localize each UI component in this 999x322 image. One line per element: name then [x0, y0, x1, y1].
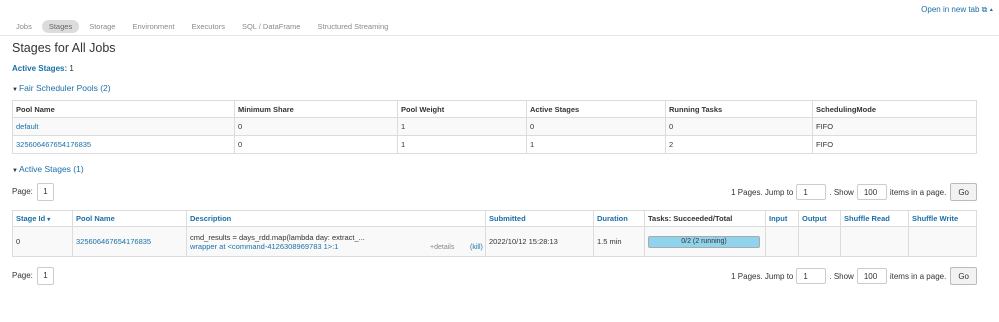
tasks-progress-text: 0/2 (2 running) — [681, 237, 727, 245]
tab-jobs[interactable]: Jobs — [9, 20, 39, 33]
col-tasks: Tasks: Succeeded/Total — [644, 210, 766, 227]
pool-link[interactable]: 325606467654176835 — [76, 237, 151, 246]
active-stages-link[interactable]: Active Stages: — [12, 64, 67, 73]
col-shuffle-write[interactable]: Shuffle Write — [908, 210, 977, 227]
table-cell: 0 — [234, 135, 398, 154]
pool-link[interactable]: 325606467654176835 — [16, 140, 91, 149]
pages-text: 1 Pages. Jump to — [731, 187, 794, 197]
kill-stage-link[interactable]: (kill) — [470, 244, 483, 251]
pool-link[interactable]: default — [16, 122, 39, 131]
nav-divider — [0, 35, 999, 36]
table-cell: 1 — [526, 135, 666, 154]
jump-to-page-input[interactable]: 1 — [796, 184, 827, 200]
nav-tabs: Jobs Stages Storage Environment Executor… — [9, 20, 398, 33]
open-in-new-tab-link[interactable]: Open in new tab ⧉ ▴ — [921, 5, 993, 15]
active-stages-heading: Active Stages (1) — [18, 164, 84, 174]
col-minimum-share[interactable]: Minimum Share — [234, 100, 398, 118]
open-in-new-tab-label: Open in new tab — [921, 5, 980, 14]
table-cell: 1 — [397, 117, 527, 136]
table-cell: FIFO — [812, 135, 977, 154]
page-number-button[interactable]: 1 — [37, 183, 54, 201]
pagination-bottom: Page: 1 1 Pages. Jump to 1 . Show 100 it… — [12, 267, 977, 285]
col-pool-name[interactable]: Pool Name — [12, 100, 235, 118]
pagination-controls: 1 Pages. Jump to 1 . Show 100 items in a… — [731, 183, 977, 201]
page-number-button[interactable]: 1 — [37, 267, 54, 285]
top-navbar: Open in new tab ⧉ ▴ Jobs Stages Storage … — [0, 0, 999, 36]
col-input[interactable]: Input — [765, 210, 799, 227]
jump-to-page-input[interactable]: 1 — [796, 268, 827, 284]
col-duration[interactable]: Duration — [593, 210, 645, 227]
stage-description: cmd_results = days_rdd.map(lambda day: e… — [190, 232, 365, 242]
col-running-tasks[interactable]: Running Tasks — [665, 100, 813, 118]
active-stages-summary: Active Stages: 1 — [12, 64, 74, 73]
tab-storage[interactable]: Storage — [82, 20, 122, 33]
col-pool-name[interactable]: Pool Name — [72, 210, 187, 227]
collapse-triangle-icon: ▼ — [12, 168, 18, 174]
col-output[interactable]: Output — [798, 210, 841, 227]
tab-sql-dataframe[interactable]: SQL / DataFrame — [235, 20, 308, 33]
output-cell — [798, 226, 841, 257]
show-label: . Show — [829, 187, 854, 197]
tasks-progress-bar: 0/2 (2 running) — [648, 235, 760, 248]
tab-structured-streaming[interactable]: Structured Streaming — [310, 20, 395, 33]
table-cell: 0 — [234, 117, 398, 136]
table-row: 325606467654176835 0 1 1 2 FIFO — [12, 135, 977, 154]
shuffle-read-cell — [840, 226, 909, 257]
stage-id-cell: 0 — [12, 226, 73, 257]
active-stages-section-toggle[interactable]: ▼Active Stages (1) — [12, 164, 84, 174]
go-button[interactable]: Go — [950, 183, 977, 201]
tab-stages[interactable]: Stages — [41, 20, 80, 33]
tasks-cell: 0/2 (2 running) — [644, 226, 766, 257]
col-description[interactable]: Description — [186, 210, 486, 227]
sort-desc-icon: ▾ — [47, 217, 51, 223]
col-shuffle-read[interactable]: Shuffle Read — [840, 210, 909, 227]
pagination-controls: 1 Pages. Jump to 1 . Show 100 items in a… — [731, 267, 977, 285]
page-title: Stages for All Jobs — [12, 41, 116, 55]
pools-section-toggle[interactable]: ▼Fair Scheduler Pools (2) — [12, 83, 111, 93]
shuffle-write-cell — [908, 226, 977, 257]
pagination-top: Page: 1 1 Pages. Jump to 1 . Show 100 it… — [12, 183, 977, 201]
pools-table: Pool Name Minimum Share Pool Weight Acti… — [12, 100, 977, 154]
duration-cell: 1.5 min — [593, 226, 645, 257]
collapse-triangle-icon: ▼ — [12, 87, 18, 93]
description-cell: cmd_results = days_rdd.map(lambda day: e… — [186, 226, 486, 257]
col-scheduling-mode[interactable]: SchedulingMode — [812, 100, 977, 118]
items-per-page-text: items in a page. — [889, 187, 947, 197]
input-cell — [765, 226, 799, 257]
table-cell: FIFO — [812, 117, 977, 136]
col-pool-weight[interactable]: Pool Weight — [397, 100, 527, 118]
page-label: Page: — [12, 187, 33, 196]
col-stage-id[interactable]: Stage Id ▾ — [12, 210, 73, 227]
go-button[interactable]: Go — [950, 267, 977, 285]
active-stages-table: Stage Id ▾ Pool Name Description Submitte… — [12, 210, 977, 257]
table-cell: 1 — [397, 135, 527, 154]
active-stages-count: 1 — [69, 64, 74, 73]
pools-heading: Fair Scheduler Pools (2) — [18, 83, 111, 93]
table-cell: 2 — [665, 135, 813, 154]
details-toggle[interactable]: +details — [430, 244, 454, 251]
page-size-input[interactable]: 100 — [856, 268, 887, 284]
submitted-cell: 2022/10/12 15:28:13 — [485, 226, 594, 257]
chevron-up-icon[interactable]: ▴ — [990, 5, 993, 14]
items-per-page-text: items in a page. — [889, 271, 947, 281]
col-submitted[interactable]: Submitted — [485, 210, 594, 227]
tab-environment[interactable]: Environment — [125, 20, 181, 33]
table-cell: 0 — [526, 117, 666, 136]
tab-executors[interactable]: Executors — [185, 20, 232, 33]
table-cell: 0 — [665, 117, 813, 136]
col-active-stages[interactable]: Active Stages — [526, 100, 666, 118]
stage-callsite-link[interactable]: wrapper at <command-4126308969783 1>:1 — [190, 242, 338, 251]
page-size-input[interactable]: 100 — [856, 184, 887, 200]
page-label: Page: — [12, 271, 33, 280]
show-label: . Show — [829, 271, 854, 281]
table-row: 0 325606467654176835 cmd_results = days_… — [12, 226, 977, 257]
external-link-icon: ⧉ — [981, 5, 988, 14]
table-row: default 0 1 0 0 FIFO — [12, 117, 977, 136]
pages-text: 1 Pages. Jump to — [731, 271, 794, 281]
